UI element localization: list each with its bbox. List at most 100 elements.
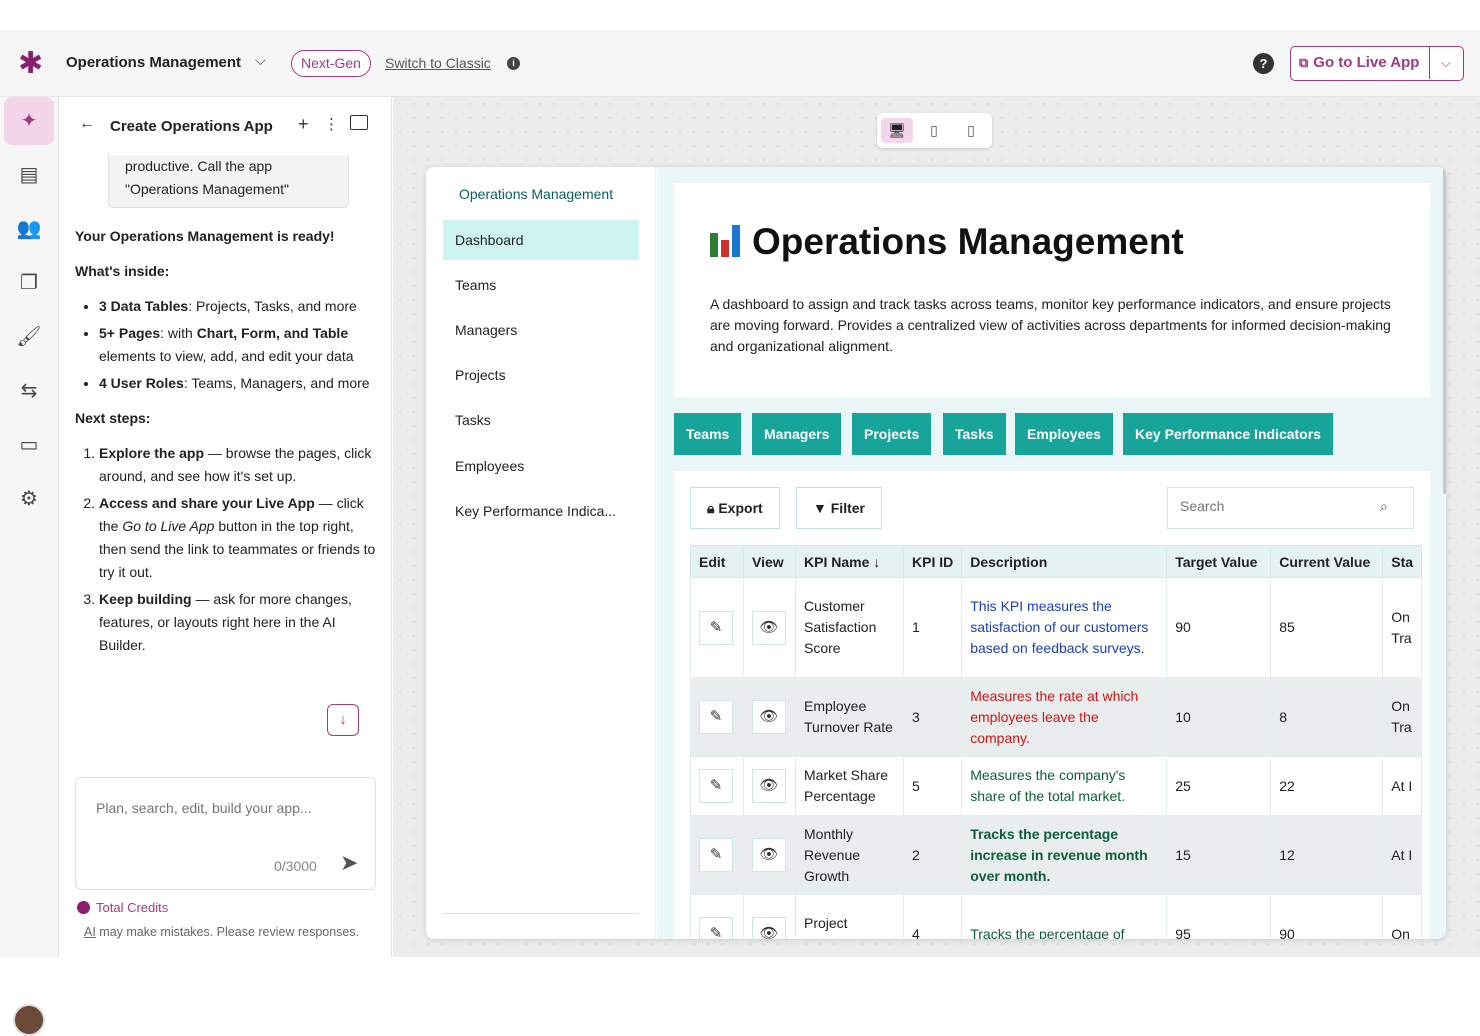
mobile-icon[interactable]: ▯ bbox=[955, 118, 987, 143]
export-button[interactable]: 🔒︎ Export bbox=[690, 487, 780, 529]
help-icon[interactable]: ? bbox=[1253, 53, 1274, 74]
eye-icon[interactable]: 👁 bbox=[752, 700, 786, 734]
send-icon[interactable]: ➤ bbox=[340, 850, 358, 876]
table-row: ✎ 👁 Project Delivery 4 Tracks the percen… bbox=[690, 894, 1423, 939]
nav-item-kpi[interactable]: Key Performance Indica... bbox=[443, 491, 639, 531]
list-item: 3 Data Tables: Projects, Tasks, and more bbox=[99, 295, 383, 318]
sort-arrow-down-icon[interactable]: ↓ bbox=[873, 554, 880, 570]
asterisk-logo-icon[interactable]: ✱ bbox=[18, 49, 44, 79]
go-live-label-wrap[interactable]: ⧉ Go to Live App bbox=[1299, 47, 1419, 79]
export-icon: 🔒︎ bbox=[707, 500, 719, 516]
next-gen-badge[interactable]: Next-Gen bbox=[291, 50, 371, 77]
edit-icon[interactable]: ✎ bbox=[699, 838, 733, 872]
kpi-table: Edit View KPI Name ↓ KPI ID Description … bbox=[690, 545, 1423, 939]
list-item: 5+ Pages: with Chart, Form, and Table el… bbox=[99, 322, 383, 368]
disclaimer-text: may make mistakes. Please review respons… bbox=[95, 925, 360, 939]
sparkles-ai-icon[interactable]: ✦ bbox=[4, 97, 54, 145]
description-cell: Measures the company's share of the tota… bbox=[961, 756, 1168, 816]
search-icon[interactable]: ⌕ bbox=[1380, 498, 1388, 515]
edit-icon[interactable]: ✎ bbox=[699, 700, 733, 734]
eye-icon[interactable]: 👁 bbox=[752, 917, 786, 939]
edit-cell: ✎ bbox=[690, 577, 744, 678]
desktop-icon[interactable]: 🖥 bbox=[881, 118, 913, 143]
card-icon[interactable]: ▭ bbox=[4, 421, 54, 469]
chevron-down-icon[interactable]: ⌵ bbox=[1441, 47, 1451, 79]
table-icon[interactable]: ▤ bbox=[4, 151, 54, 199]
col-kpi-name[interactable]: KPI Name ↓ bbox=[795, 545, 904, 578]
tab-projects[interactable]: Projects bbox=[852, 413, 932, 455]
col-kpi-name-label: KPI Name bbox=[804, 553, 870, 570]
builder-canvas: 🖥 ▯ ▯ Operations Management Dashboard Te… bbox=[393, 97, 1480, 957]
tab-teams[interactable]: Teams bbox=[674, 413, 742, 455]
kpi-id-cell: 2 bbox=[902, 815, 963, 895]
plus-icon[interactable]: + bbox=[298, 114, 309, 135]
nav-item-managers[interactable]: Managers bbox=[443, 310, 639, 350]
table-row: ✎ 👁 Customer Satisfaction Score 1 This K… bbox=[690, 577, 1423, 678]
export-label: Export bbox=[718, 500, 763, 516]
go-live-divider bbox=[1429, 47, 1430, 79]
item-text: : with bbox=[160, 325, 197, 341]
workflow-icon[interactable]: ⇆ bbox=[4, 367, 54, 415]
edit-icon[interactable]: ✎ bbox=[699, 769, 733, 803]
table-row: ✎ 👁 Market Share Percentage 5 Measures t… bbox=[690, 756, 1423, 816]
gear-icon[interactable]: ⚙ bbox=[4, 475, 54, 523]
tab-kpi[interactable]: Key Performance Indicators bbox=[1123, 413, 1333, 455]
users-icon[interactable]: 👥 bbox=[4, 205, 54, 253]
pages-icon[interactable]: ❐ bbox=[4, 259, 54, 307]
preview-scrollbar[interactable] bbox=[1443, 169, 1446, 494]
list-item: 4 User Roles: Teams, Managers, and more bbox=[99, 372, 383, 395]
tablet-icon[interactable]: ▯ bbox=[918, 118, 950, 143]
tab-employees[interactable]: Employees bbox=[1015, 413, 1113, 455]
edit-icon[interactable]: ✎ bbox=[699, 610, 733, 645]
user-avatar[interactable] bbox=[13, 1004, 45, 1036]
eye-icon[interactable]: 👁 bbox=[752, 838, 786, 872]
chevron-down-icon[interactable]: ⌵ bbox=[255, 52, 266, 69]
arrow-left-icon[interactable]: ← bbox=[79, 115, 95, 133]
nav-item-teams[interactable]: Teams bbox=[443, 265, 639, 305]
total-credits-link[interactable]: Total Credits bbox=[77, 900, 168, 915]
col-target-value[interactable]: Target Value bbox=[1166, 545, 1272, 578]
filter-label: Filter bbox=[830, 500, 865, 516]
item-bold: Chart, Form, and Table bbox=[196, 325, 349, 341]
search-input[interactable] bbox=[1180, 498, 1370, 514]
eye-icon[interactable]: 👁 bbox=[752, 610, 786, 645]
nav-item-tasks[interactable]: Tasks bbox=[443, 400, 639, 440]
whats-inside-heading: What's inside: bbox=[75, 260, 383, 283]
ai-link[interactable]: AI bbox=[84, 925, 96, 939]
kpi-name-cell: Monthly Revenue Growth bbox=[795, 815, 904, 895]
nav-item-dashboard[interactable]: Dashboard bbox=[443, 220, 639, 260]
target-cell: 25 bbox=[1166, 756, 1272, 816]
switch-to-classic-link[interactable]: Switch to Classic bbox=[385, 55, 491, 71]
whats-inside-text: What's inside: bbox=[75, 263, 170, 279]
nav-item-employees[interactable]: Employees bbox=[443, 446, 639, 486]
col-status[interactable]: Sta bbox=[1382, 545, 1423, 578]
collapse-panel-icon[interactable] bbox=[350, 115, 368, 130]
nav-item-projects[interactable]: Projects bbox=[443, 355, 639, 395]
kpi-id-cell: 5 bbox=[902, 756, 963, 816]
hero-description: A dashboard to assign and track tasks ac… bbox=[710, 296, 1391, 354]
tab-managers[interactable]: Managers bbox=[752, 413, 842, 455]
kpi-id-cell: 4 bbox=[902, 894, 963, 939]
bottom-margin bbox=[0, 957, 1480, 987]
col-kpi-id[interactable]: KPI ID bbox=[902, 545, 963, 578]
chat-title: Create Operations App bbox=[110, 118, 273, 135]
scroll-down-arrow-icon[interactable]: ↓ bbox=[327, 704, 359, 736]
current-cell: 22 bbox=[1270, 756, 1384, 816]
tab-tasks[interactable]: Tasks bbox=[943, 413, 1006, 455]
col-current-value[interactable]: Current Value bbox=[1270, 545, 1384, 578]
description-cell: Measures the rate at which employees lea… bbox=[961, 677, 1168, 757]
col-description[interactable]: Description bbox=[961, 545, 1168, 578]
app-name[interactable]: Operations Management bbox=[66, 54, 241, 71]
edit-icon[interactable]: ✎ bbox=[699, 917, 733, 939]
preview-app-title[interactable]: Operations Management bbox=[459, 186, 613, 202]
filter-button[interactable]: ▼ Filter bbox=[796, 487, 882, 529]
go-to-live-app-button[interactable]: ⧉ Go to Live App ⌵ bbox=[1290, 46, 1464, 81]
steps-list: Explore the app — browse the pages, clic… bbox=[75, 442, 383, 657]
eye-icon[interactable]: 👁 bbox=[752, 769, 786, 803]
kebab-menu-icon[interactable]: ⋮ bbox=[324, 115, 339, 133]
brush-icon[interactable]: 🖌 bbox=[4, 313, 54, 361]
info-icon[interactable]: i bbox=[507, 57, 520, 70]
chat-input[interactable] bbox=[96, 800, 356, 840]
view-cell: 👁 bbox=[743, 756, 796, 816]
table-row: ✎ 👁 Employee Turnover Rate 3 Measures th… bbox=[690, 677, 1423, 757]
